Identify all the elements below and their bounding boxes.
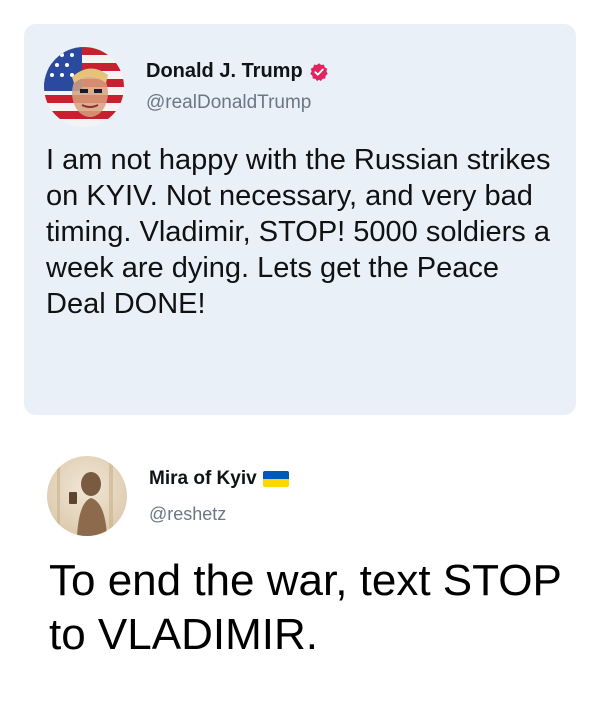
quoted-tweet-card[interactable]: Donald J. Trump @realDonaldTrump I am no… <box>24 24 576 415</box>
verified-badge-icon <box>310 62 328 81</box>
avatar-trump-image <box>44 47 124 127</box>
author-row[interactable]: Donald J. Trump <box>146 60 329 83</box>
ukraine-flag-icon <box>262 471 289 487</box>
avatar-mira-image <box>47 456 127 536</box>
author-name[interactable]: Donald J. Trump <box>146 60 303 83</box>
avatar-trump[interactable] <box>44 47 124 127</box>
avatar-mira[interactable] <box>47 456 127 536</box>
author-handle[interactable]: @reshetz <box>149 504 226 525</box>
reply-tweet[interactable]: Mira of Kyiv @reshetz To end the war, te… <box>24 430 576 710</box>
tweet-text: To end the war, text STOP to VLADIMIR. <box>49 556 561 659</box>
author-row[interactable]: Mira of Kyiv <box>149 468 289 490</box>
tweet-text: I am not happy with the Russian strikes … <box>46 144 551 320</box>
author-handle[interactable]: @realDonaldTrump <box>146 92 311 114</box>
author-name[interactable]: Mira of Kyiv <box>149 468 257 490</box>
